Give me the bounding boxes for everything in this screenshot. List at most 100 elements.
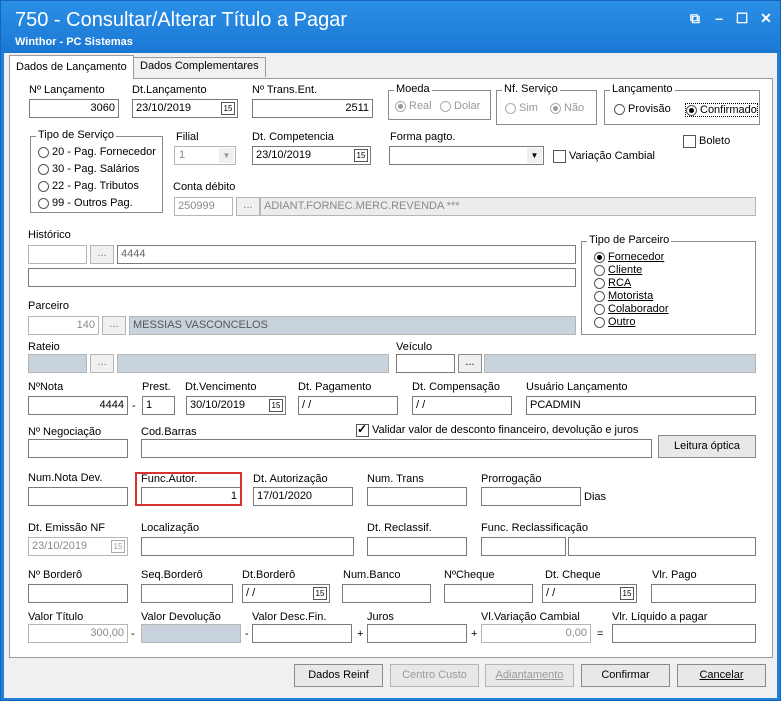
cod-barras-field[interactable] [141, 439, 652, 458]
calendar-icon[interactable]: 15 [111, 540, 125, 553]
moeda-dolar-radio[interactable]: Dolar [440, 100, 480, 112]
conta-debito-search-button[interactable]: ... [236, 197, 260, 216]
confirmado-radio[interactable]: Confirmado [685, 103, 758, 117]
calendar-icon[interactable]: 15 [269, 399, 283, 412]
dt-lancamento-field[interactable]: 23/10/2019 15 [132, 99, 238, 118]
historico-text-field[interactable]: 4444 [117, 245, 576, 264]
close-icon[interactable]: ✕ [756, 9, 776, 27]
tipo-servico-22-radio[interactable]: 22 - Pag. Tributos [38, 180, 139, 192]
filial-select[interactable]: 1 ▼ [174, 146, 236, 165]
calendar-icon[interactable]: 15 [620, 587, 634, 600]
dt-competencia-value: 23/10/2019 [256, 149, 312, 161]
adiantamento-button[interactable]: Adiantamento [485, 664, 574, 687]
conta-debito-code[interactable]: 250999 [174, 197, 233, 216]
rateio-field[interactable] [28, 354, 87, 373]
restore-icon[interactable]: ⧉ [685, 9, 705, 27]
dt-emissao-field[interactable]: 23/10/2019 15 [28, 537, 128, 556]
parceiro-code-field[interactable]: 140 [28, 316, 99, 335]
chevron-down-icon[interactable]: ▼ [527, 148, 542, 163]
juros-field[interactable] [367, 624, 467, 643]
nf-sim-radio[interactable]: Sim [505, 102, 538, 114]
confirmar-button[interactable]: Confirmar [581, 664, 670, 687]
dt-reclassif-label: Dt. Reclassif. [367, 522, 432, 534]
valor-devolucao-field[interactable] [141, 624, 241, 643]
dt-cheque-field[interactable]: / / 15 [542, 584, 637, 603]
validar-desconto-checkbox[interactable]: Validar valor de desconto financeiro, de… [356, 422, 638, 437]
historico-code-field[interactable] [28, 245, 87, 264]
cancelar-button[interactable]: Cancelar [677, 664, 766, 687]
prorrogacao-field[interactable] [481, 487, 581, 506]
calendar-icon[interactable]: 15 [221, 102, 235, 115]
localizacao-field[interactable] [141, 537, 354, 556]
calendar-icon[interactable]: 15 [354, 149, 368, 162]
vlr-pago-field[interactable] [651, 584, 756, 603]
maximize-icon[interactable]: ☐ [732, 9, 752, 27]
dias-label: Dias [584, 491, 607, 503]
leitura-optica-button[interactable]: Leitura óptica [658, 435, 756, 458]
op-equals: = [597, 628, 604, 640]
minimize-icon[interactable]: – [709, 9, 729, 27]
moeda-title: Moeda [394, 83, 432, 95]
seq-bordero-field[interactable] [141, 584, 233, 603]
cliente-radio[interactable]: Cliente [594, 264, 642, 276]
dt-pagamento-field[interactable]: / / [298, 396, 398, 415]
historico-line2-field[interactable] [28, 268, 576, 287]
rca-radio[interactable]: RCA [594, 277, 631, 289]
n-nota-field[interactable]: 4444 [28, 396, 128, 415]
fornecedor-radio[interactable]: Fornecedor [594, 251, 664, 263]
dt-vencimento-label: Dt.Vencimento [185, 381, 257, 393]
valor-desc-field[interactable] [252, 624, 352, 643]
n-cheque-field[interactable] [444, 584, 533, 603]
num-trans-label: Num. Trans [367, 473, 424, 485]
prest-field[interactable]: 1 [142, 396, 175, 415]
veiculo-desc-field [484, 354, 756, 373]
n-negociacao-field[interactable] [28, 439, 128, 458]
provisao-radio[interactable]: Provisão [614, 103, 671, 115]
historico-search-button[interactable]: ... [90, 245, 114, 264]
calendar-icon[interactable]: 15 [313, 587, 327, 600]
veiculo-search-button[interactable]: ... [458, 354, 482, 373]
vlr-liquido-field[interactable] [612, 624, 756, 643]
rateio-search-button[interactable]: ... [90, 354, 114, 373]
func-reclass-code-field[interactable] [481, 537, 566, 556]
veiculo-field[interactable] [396, 354, 455, 373]
num-banco-field[interactable] [342, 584, 431, 603]
tipo-servico-20-radio[interactable]: 20 - Pag. Fornecedor [38, 146, 156, 158]
dt-autorizacao-field[interactable]: 17/01/2020 [253, 487, 353, 506]
num-trans-field[interactable] [367, 487, 467, 506]
title-bar[interactable]: 750 - Consultar/Alterar Título a Pagar W… [1, 1, 780, 53]
centro-custo-button[interactable]: Centro Custo [390, 664, 479, 687]
chevron-down-icon[interactable]: ▼ [219, 148, 234, 163]
usuario-lancamento-field[interactable]: PCADMIN [526, 396, 756, 415]
func-reclass-name-field[interactable] [568, 537, 756, 556]
dt-vencimento-field[interactable]: 30/10/2019 15 [186, 396, 286, 415]
dt-competencia-field[interactable]: 23/10/2019 15 [252, 146, 371, 165]
tipo-servico-30-radio[interactable]: 30 - Pag. Salários [38, 163, 139, 175]
variacao-cambial-checkbox[interactable]: Variação Cambial [553, 150, 655, 163]
window-subtitle: Winthor - PC Sistemas [15, 36, 133, 48]
tab-dados-lancamento[interactable]: Dados de Lançamento [9, 55, 134, 79]
tab-dados-complementares[interactable]: Dados Complementares [133, 57, 266, 77]
valor-titulo-field[interactable]: 300,00 [28, 624, 128, 643]
parceiro-name-field: MESSIAS VASCONCELOS [129, 316, 576, 335]
forma-pagto-select[interactable]: ▼ [389, 146, 544, 165]
colaborador-radio[interactable]: Colaborador [594, 303, 669, 315]
dt-reclassif-field[interactable] [367, 537, 467, 556]
parceiro-search-button[interactable]: ... [102, 316, 126, 335]
n-bordero-field[interactable] [28, 584, 128, 603]
num-nota-dev-field[interactable] [28, 487, 128, 506]
moeda-real-radio[interactable]: Real [395, 100, 432, 112]
tipo-servico-99-radio[interactable]: 99 - Outros Pag. [38, 197, 133, 209]
motorista-radio[interactable]: Motorista [594, 290, 653, 302]
tipo-servico-title: Tipo de Serviço [36, 129, 117, 141]
boleto-checkbox[interactable]: Boleto [683, 135, 730, 148]
n-trans-field[interactable]: 2511 [252, 99, 373, 118]
outro-radio[interactable]: Outro [594, 316, 636, 328]
n-lancamento-field[interactable]: 3060 [29, 99, 119, 118]
dt-bordero-field[interactable]: / / 15 [242, 584, 330, 603]
dt-compensacao-field[interactable]: / / [412, 396, 512, 415]
dados-reinf-button[interactable]: Dados Reinf [294, 664, 383, 687]
nf-nao-radio[interactable]: Não [550, 102, 584, 114]
vl-variacao-field[interactable]: 0,00 [481, 624, 591, 643]
highlight-box [135, 472, 242, 506]
